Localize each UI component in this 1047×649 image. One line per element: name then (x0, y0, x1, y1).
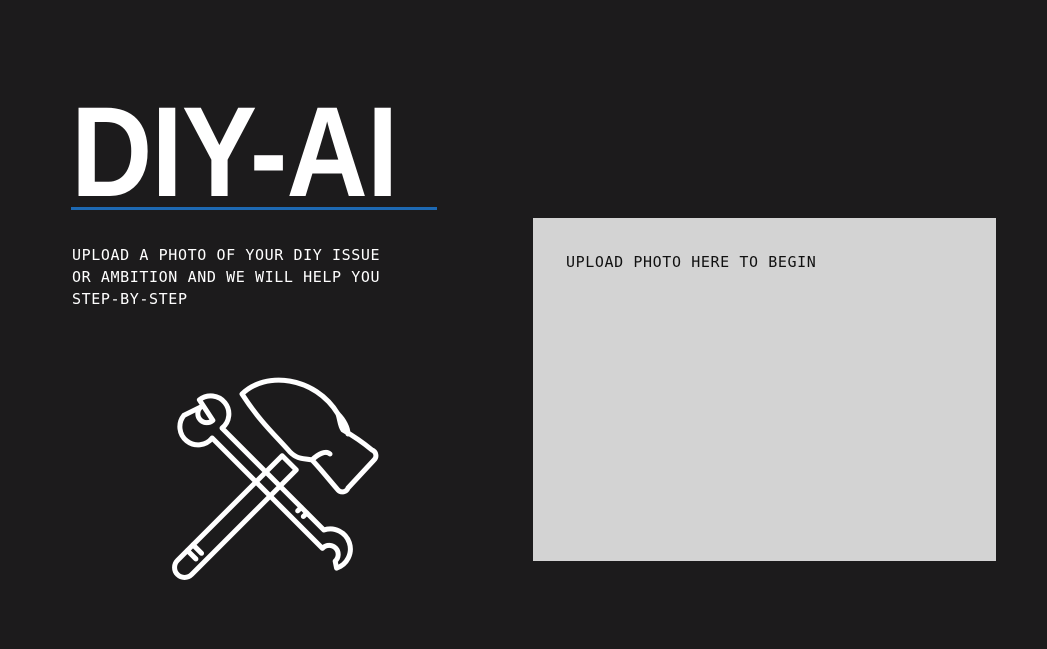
tagline: UPLOAD A PHOTO OF YOUR DIY ISSUE OR AMBI… (72, 246, 381, 308)
hammer-handle (172, 453, 299, 580)
title-underline (71, 207, 437, 210)
app-title: DIY-AI (71, 81, 398, 224)
upload-prompt: UPLOAD PHOTO HERE TO BEGIN (566, 253, 817, 271)
hammer-and-wrench-icon (172, 377, 379, 580)
photo-upload-dropzone[interactable]: UPLOAD PHOTO HERE TO BEGIN (533, 218, 996, 561)
